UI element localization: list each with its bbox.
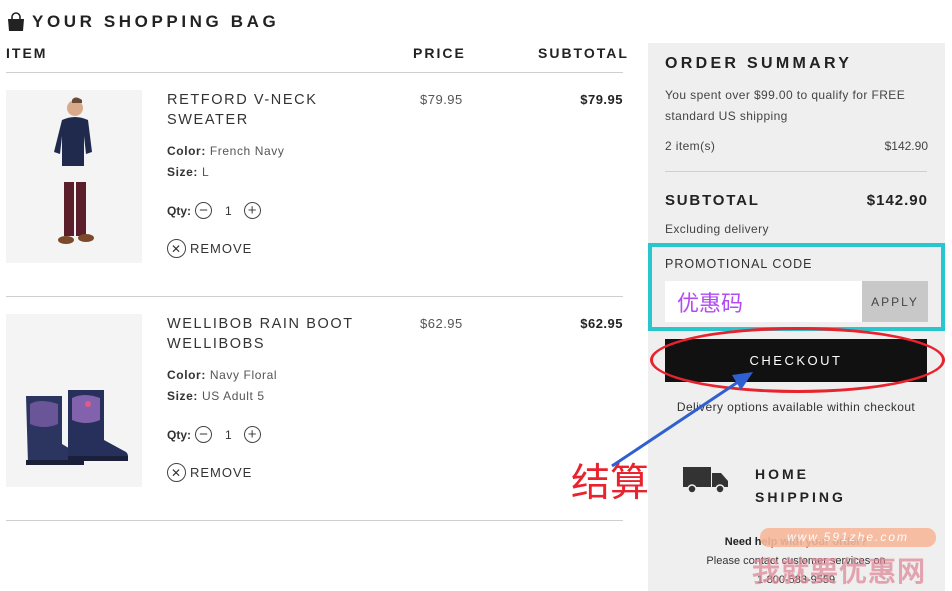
color-value: Navy Floral [209, 368, 278, 382]
items-total: $142.90 [884, 139, 928, 153]
color-label: Color: [167, 368, 206, 382]
item-subtotal: $79.95 [580, 92, 623, 107]
product-color: Color: French Navy [167, 144, 285, 158]
column-header-subtotal: SUBTOTAL [538, 45, 629, 61]
watermark-url: www.591zhe.com [760, 528, 936, 547]
increase-quantity-button[interactable]: + [243, 202, 261, 219]
product-size: Size: US Adult 5 [167, 389, 265, 403]
size-label: Size: [167, 165, 199, 179]
item-price: $79.95 [420, 92, 463, 107]
quantity-value: 1 [225, 203, 232, 218]
order-summary-panel: ORDER SUMMARY You spent over $99.00 to q… [648, 43, 945, 591]
product-size: Size: L [167, 165, 209, 179]
divider [6, 72, 623, 73]
checkout-highlight-annotation [650, 327, 945, 393]
close-icon: ✕ [167, 239, 186, 258]
items-count: 2 item(s) [665, 139, 716, 153]
column-header-price: PRICE [413, 45, 466, 61]
size-label: Size: [167, 389, 199, 403]
item-price: $62.95 [420, 316, 463, 331]
subtotal-label: SUBTOTAL [665, 192, 760, 209]
remove-label: REMOVE [190, 241, 253, 256]
shipping-line-2: SHIPPING [755, 489, 846, 505]
promo-code-label: PROMOTIONAL CODE [665, 257, 813, 271]
order-summary-title: ORDER SUMMARY [665, 55, 853, 72]
increase-quantity-button[interactable]: + [243, 426, 261, 443]
close-icon: ✕ [167, 463, 186, 482]
shopping-bag-icon [8, 12, 24, 31]
divider [6, 520, 623, 521]
watermark-text: 我就要优惠网 [752, 555, 927, 588]
remove-item-button[interactable]: ✕ REMOVE [167, 239, 252, 258]
excluding-delivery: Excluding delivery [665, 222, 769, 236]
sweater-model-illustration [6, 90, 142, 263]
checkout-annotation-text: 结算 [571, 461, 650, 506]
page-title: YOUR SHOPPING BAG [32, 12, 280, 31]
promo-code-input[interactable] [665, 281, 862, 322]
remove-item-button[interactable]: ✕ REMOVE [167, 463, 252, 482]
divider [665, 171, 927, 172]
divider [6, 296, 623, 297]
remove-label: REMOVE [190, 465, 253, 480]
free-shipping-note: You spent over $99.00 to qualify for FRE… [665, 88, 906, 123]
delivery-truck-icon [683, 467, 728, 494]
color-value: French Navy [209, 144, 285, 158]
product-name[interactable]: WELLIBOB RAIN BOOT WELLIBOBS [167, 314, 367, 354]
product-color: Color: Navy Floral [167, 368, 277, 382]
size-value: US Adult 5 [201, 389, 265, 403]
apply-button[interactable]: APPLY [862, 281, 928, 322]
size-value: L [201, 165, 210, 179]
product-image-sweater[interactable] [6, 90, 142, 263]
qty-label: Qty: [167, 203, 191, 218]
product-name[interactable]: RETFORD V-NECK SWEATER [167, 90, 367, 130]
shipping-line-1: HOME [755, 466, 809, 482]
rain-boots-illustration [6, 314, 142, 487]
subtotal-value: $142.90 [866, 192, 928, 209]
delivery-note: Delivery options available within checko… [676, 400, 916, 414]
item-subtotal: $62.95 [580, 316, 623, 331]
product-image-boots[interactable] [6, 314, 142, 487]
column-header-item: ITEM [6, 45, 48, 61]
qty-label: Qty: [167, 427, 191, 442]
quantity-stepper: Qty: − 1 + [167, 202, 261, 219]
decrease-quantity-button[interactable]: − [195, 202, 212, 219]
quantity-value: 1 [225, 427, 232, 442]
decrease-quantity-button[interactable]: − [195, 426, 212, 443]
page-header: YOUR SHOPPING BAG [6, 12, 279, 32]
quantity-stepper: Qty: − 1 + [167, 426, 261, 443]
watermark: www.591zhe.com 我就要优惠网 [740, 520, 952, 591]
color-label: Color: [167, 144, 206, 158]
home-shipping-label: HOME SHIPPING [755, 463, 846, 509]
